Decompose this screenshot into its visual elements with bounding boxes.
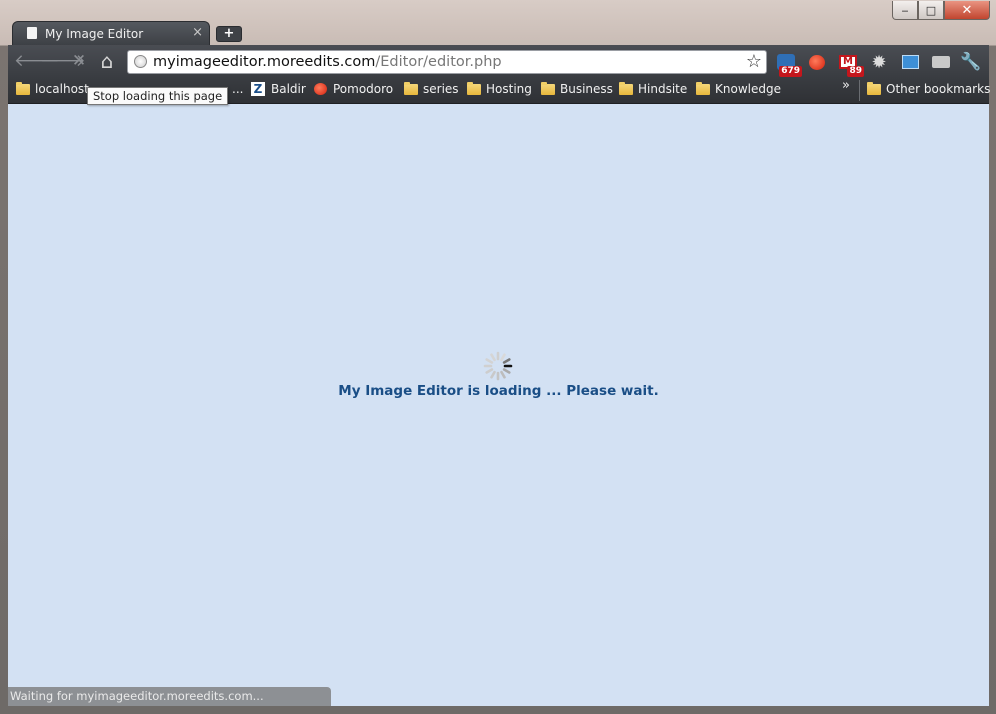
bookmark-label: Business (560, 82, 613, 96)
folder-icon (867, 81, 881, 95)
folder-icon (467, 81, 481, 95)
bookmark-label: series (423, 82, 459, 96)
forward-button[interactable]: 🡒 (40, 51, 86, 71)
bookmark-label: Other bookmarks (886, 82, 991, 96)
wrench-icon[interactable]: 🔧 (960, 51, 982, 73)
tab-title: My Image Editor (45, 27, 144, 41)
url-host: myimageeditor.moreedits.com (153, 54, 376, 70)
z-icon: Z (251, 82, 265, 96)
tomato-icon[interactable] (806, 51, 828, 73)
bookmark-label: localhost (35, 82, 89, 96)
gmail-badge: 89 (847, 66, 864, 77)
bookmark-label: Baldir (271, 82, 306, 96)
address-bar[interactable]: myimageeditor.moreedits.com/Editor/edito… (127, 50, 767, 74)
loading-spinner-icon (483, 351, 513, 381)
bookmark-label: ... (232, 82, 244, 96)
gear-icon[interactable]: ✹ (868, 51, 890, 73)
globe-icon (134, 55, 147, 68)
status-bar: Waiting for myimageeditor.moreedits.com.… (8, 687, 331, 706)
bookmark-business[interactable]: Business (541, 81, 613, 96)
rss-badge: 679 (779, 66, 802, 77)
folder-icon (404, 81, 418, 95)
loading-message: My Image Editor is loading ... Please wa… (338, 383, 659, 399)
bookmarks-separator (859, 80, 860, 101)
tab-my-image-editor[interactable]: My Image Editor × (12, 21, 210, 46)
window-controls: ‒ □ ✕ (892, 1, 990, 20)
bookmark-label: Hindsite (638, 82, 688, 96)
new-tab-button[interactable]: + (216, 26, 242, 42)
page-icon (27, 27, 37, 39)
printer-icon[interactable] (930, 51, 952, 73)
toolbar: 🡐 🡒 ✕ ⌂ myimageeditor.moreedits.com/Edit… (8, 45, 989, 78)
bookmark-series[interactable]: series (404, 81, 459, 96)
close-window-button[interactable]: ✕ (944, 1, 990, 20)
rss-icon[interactable]: 679 (775, 51, 802, 77)
folder-icon (541, 81, 555, 95)
tomato-icon (314, 83, 327, 95)
browser-window: ‒ □ ✕ My Image Editor × + 🡐 🡒 ✕ ⌂ myimag… (0, 0, 996, 714)
bookmark-truncated[interactable]: ... (232, 82, 243, 96)
bookmark-label: Pomodoro (333, 82, 394, 96)
maximize-button[interactable]: □ (918, 1, 944, 20)
bookmarks-overflow-icon[interactable]: » (842, 78, 850, 93)
stop-tooltip: Stop loading this page (87, 87, 229, 105)
folder-icon (619, 81, 633, 95)
bookmark-pomodoro[interactable]: Pomodoro (314, 82, 393, 96)
bookmark-other[interactable]: Other bookmarks (867, 81, 991, 96)
bookmark-hindsite[interactable]: Hindsite (619, 81, 688, 96)
bookmark-knowledge[interactable]: Knowledge (696, 81, 781, 96)
star-icon[interactable]: ☆ (746, 51, 762, 72)
bookmark-hosting[interactable]: Hosting (467, 81, 532, 96)
home-button[interactable]: ⌂ (96, 51, 118, 71)
back-button[interactable]: 🡐 (14, 51, 60, 71)
gmail-icon[interactable]: M 89 (837, 51, 864, 77)
minimize-button[interactable]: ‒ (892, 1, 918, 20)
stop-button[interactable]: ✕ (68, 51, 90, 71)
bookmark-label: Hosting (486, 82, 532, 96)
folder-icon (696, 81, 710, 95)
url-path: /Editor/editor.php (375, 54, 502, 70)
folder-icon (16, 81, 30, 95)
page-content: My Image Editor is loading ... Please wa… (8, 104, 989, 706)
url-text[interactable]: myimageeditor.moreedits.com/Editor/edito… (153, 54, 502, 70)
bookmark-baldir[interactable]: Z Baldir (251, 82, 306, 96)
bookmark-label: Knowledge (715, 82, 781, 96)
bookmark-localhost[interactable]: localhost (16, 81, 89, 96)
window-icon[interactable] (899, 51, 921, 73)
tab-close-icon[interactable]: × (192, 25, 203, 40)
